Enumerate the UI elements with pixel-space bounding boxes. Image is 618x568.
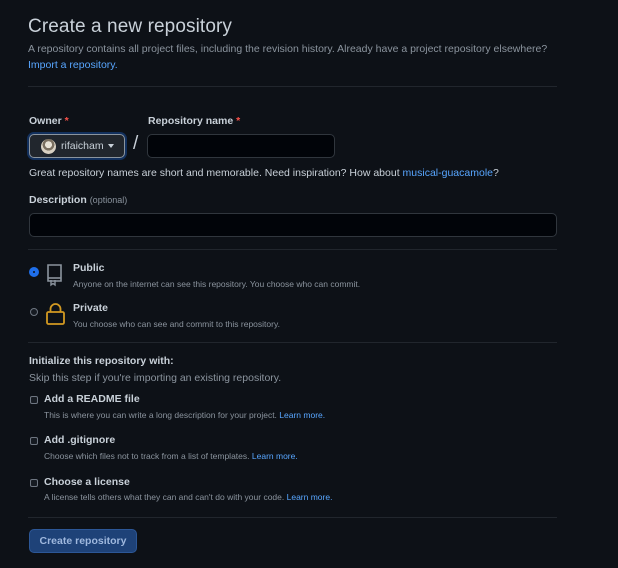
license-checkbox[interactable] [30,479,38,487]
description-label-text: Description [29,194,87,206]
divider [28,517,557,518]
gitignore-checkbox[interactable] [30,437,38,445]
divider [28,342,557,343]
name-suggestion-link[interactable]: musical-guacamole [403,167,493,179]
divider [28,249,557,250]
required-mark: * [236,115,241,127]
readme-description: This is where you can write a long descr… [44,410,325,420]
owner-label: Owner * [29,115,69,127]
private-radio[interactable] [30,308,38,316]
license-label[interactable]: Choose a license [44,476,130,488]
avatar [41,138,56,154]
repo-book-icon [47,264,62,287]
gitignore-description-text: Choose which files not to track from a l… [44,451,250,461]
repository-name-input[interactable] [147,134,335,158]
repository-name-label: Repository name * [148,115,240,127]
owner-username: rifaicham [61,140,104,152]
owner-dropdown[interactable]: rifaicham [29,134,125,158]
description-input[interactable] [29,213,557,237]
readme-checkbox[interactable] [30,396,38,404]
required-mark: * [64,115,69,127]
gitignore-description: Choose which files not to track from a l… [44,451,298,461]
public-description: Anyone on the internet can see this repo… [73,279,361,289]
private-description: You choose who can see and commit to thi… [73,319,280,329]
owner-repo-separator: / [133,133,139,154]
license-description-text: A license tells others what they can and… [44,492,285,502]
init-section-subtitle: Skip this step if you're importing an ex… [29,372,282,384]
gitignore-label[interactable]: Add .gitignore [44,434,115,446]
readme-learn-more-link[interactable]: Learn more. [279,410,325,420]
import-repository-link[interactable]: Import a repository. [28,59,118,71]
divider [28,86,557,87]
owner-label-text: Owner [29,115,62,127]
license-description: A license tells others what they can and… [44,492,332,502]
page-title: Create a new repository [28,16,233,37]
lock-icon [46,303,65,325]
init-section-title: Initialize this repository with: [29,355,174,367]
repository-name-hint: Great repository names are short and mem… [29,167,499,179]
optional-tag: (optional) [89,195,128,205]
readme-description-text: This is where you can write a long descr… [44,410,277,420]
create-repository-button[interactable]: Create repository [29,529,137,553]
gitignore-learn-more-link[interactable]: Learn more. [252,451,298,461]
subtitle-text: A repository contains all project files,… [28,43,548,55]
repository-name-label-text: Repository name [148,115,234,127]
private-title: Private [73,302,109,314]
public-radio[interactable] [30,268,38,276]
description-label: Description (optional) [29,194,127,206]
page-subtitle: A repository contains all project files,… [28,41,558,73]
license-learn-more-link[interactable]: Learn more. [287,492,333,502]
hint-text: Great repository names are short and mem… [29,167,403,179]
hint-suffix: ? [493,167,499,179]
readme-label[interactable]: Add a README file [44,393,140,405]
public-title: Public [73,262,105,274]
caret-down-icon [107,144,114,148]
